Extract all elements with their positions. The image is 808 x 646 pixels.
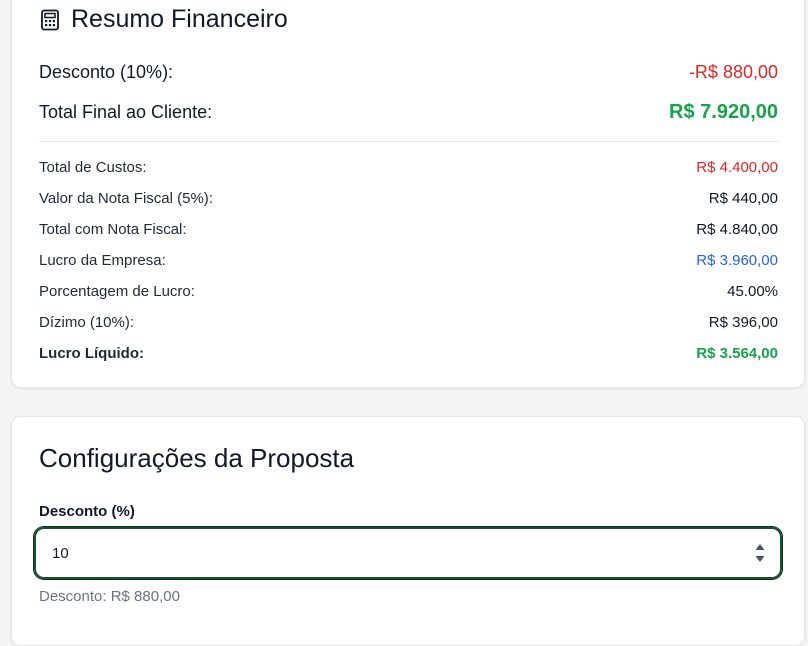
discount-label: Desconto (10%): (39, 62, 174, 82)
summary-row-label: Dízimo (10%): (39, 314, 135, 331)
proposal-settings-card: Configurações da Proposta Desconto (%) D… (11, 416, 805, 646)
number-spinner-icon[interactable] (754, 541, 766, 565)
config-title: Configurações da Proposta (39, 443, 355, 473)
summary-row-total-invoice: Total com Nota Fiscal: R$ 4.840,00 (39, 221, 778, 238)
summary-row-label: Total de Custos: (39, 159, 147, 176)
summary-row-net-profit: Lucro Líquido: R$ 3.564,00 (39, 345, 778, 362)
discount-input-wrapper (34, 527, 782, 579)
summary-row-company-profit: Lucro da Empresa: R$ 3.960,00 (39, 252, 778, 269)
summary-row-tithe: Dízimo (10%): R$ 396,00 (39, 314, 778, 331)
final-total-label: Total Final ao Cliente: (39, 102, 213, 122)
summary-row-invoice: Valor da Nota Fiscal (5%): R$ 440,00 (39, 190, 778, 207)
discount-percent-input[interactable] (36, 543, 734, 563)
summary-row-value: R$ 4.840,00 (696, 221, 778, 238)
summary-title-text: Resumo Financeiro (71, 5, 288, 33)
final-total-value: R$ 7.920,00 (669, 101, 778, 123)
discount-hint: Desconto: R$ 880,00 (39, 588, 180, 605)
summary-row-label: Total com Nota Fiscal: (39, 221, 187, 238)
summary-title: Resumo Financeiro (39, 5, 288, 34)
summary-row-value: R$ 3.960,00 (696, 252, 778, 269)
summary-row-label: Lucro Líquido: (39, 345, 144, 362)
final-total-row: Total Final ao Cliente: R$ 7.920,00 (39, 101, 778, 124)
summary-row-value: R$ 396,00 (708, 314, 778, 331)
summary-row-value: R$ 440,00 (708, 190, 778, 207)
summary-row-value: R$ 4.400,00 (696, 159, 778, 176)
discount-field-label: Desconto (%) (39, 503, 135, 520)
summary-row-label: Lucro da Empresa: (39, 252, 166, 269)
discount-row: Desconto (10%): -R$ 880,00 (39, 62, 778, 83)
summary-row-label: Valor da Nota Fiscal (5%): (39, 190, 213, 207)
summary-row-costs: Total de Custos: R$ 4.400,00 (39, 159, 778, 176)
summary-row-profit-percent: Porcentagem de Lucro: 45.00% (39, 283, 778, 300)
summary-row-value: R$ 3.564,00 (696, 345, 778, 362)
summary-row-label: Porcentagem de Lucro: (39, 283, 195, 300)
summary-row-value: 45.00% (727, 283, 778, 300)
calculator-icon (41, 9, 59, 30)
discount-value: -R$ 880,00 (688, 62, 778, 82)
summary-divider (39, 141, 778, 142)
financial-summary-card: Resumo Financeiro Desconto (10%): -R$ 88… (11, 0, 805, 388)
